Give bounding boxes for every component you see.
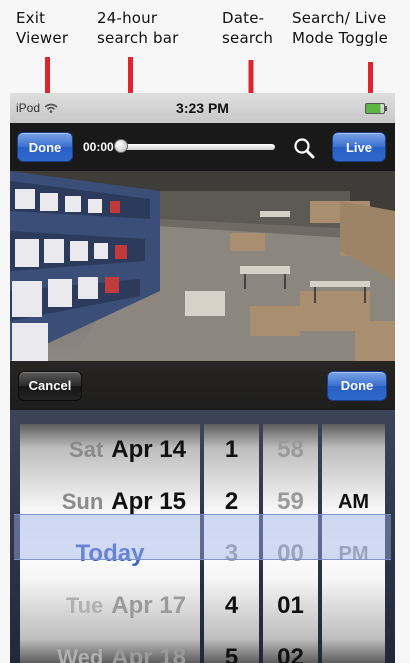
screenshot-canvas: Exit Viewer 24-hour search bar Date- sea… (0, 0, 410, 663)
minute-row[interactable]: 58 (263, 424, 318, 476)
minute-row[interactable]: 59 (263, 476, 318, 528)
24-hour-search-bar[interactable] (113, 139, 275, 153)
ampm-row[interactable]: AM (322, 476, 385, 528)
hour-row[interactable]: 5 (204, 632, 259, 663)
status-time: 3:23 PM (176, 100, 229, 116)
status-bar: iPod 3:23 PM (10, 93, 395, 123)
minute-wheel[interactable]: 58 59 00 01 02 (263, 424, 318, 663)
hour-row[interactable]: 1 (204, 424, 259, 476)
live-mode-toggle-button[interactable]: Live (332, 132, 386, 162)
minute-row-selected[interactable]: 00 (263, 528, 318, 580)
cancel-button[interactable]: Cancel (18, 370, 82, 401)
search-bar-thumb[interactable] (113, 139, 128, 153)
hour-row-selected[interactable]: 3 (204, 528, 259, 580)
hour-row[interactable]: 4 (204, 580, 259, 632)
carrier-label: iPod (16, 101, 41, 115)
camera-video-viewer: Done 00:00 Live Cancel Done (10, 123, 395, 410)
date-row[interactable]: Wed Apr 18 (20, 632, 200, 663)
date-row-date: Apr 15 (111, 488, 186, 515)
timecode-label: 00:00 (83, 140, 114, 154)
annotation-date-search: Date- search (222, 9, 274, 47)
date-row-date: Apr 18 (111, 644, 186, 663)
camera-feed-image (10, 171, 395, 361)
annotation-search-bar: 24-hour search bar (97, 9, 179, 47)
date-row-weekday: Sun (61, 489, 104, 514)
minute-row[interactable]: 02 (263, 632, 318, 663)
date-row[interactable]: Sun Apr 15 (20, 476, 200, 528)
hour-row[interactable]: 2 (204, 476, 259, 528)
ampm-wheel[interactable]: AM PM (322, 424, 385, 663)
date-row-selected[interactable]: Today (20, 528, 200, 580)
annotation-exit-viewer: Exit Viewer (16, 9, 69, 47)
date-row[interactable]: Tue Apr 17 (20, 580, 200, 632)
annotation-live-toggle: Search/ Live Mode Toggle (292, 9, 389, 47)
date-row[interactable]: Sat Apr 14 (20, 424, 200, 476)
viewer-toolbar: Done 00:00 Live (10, 123, 395, 171)
carrier: iPod (16, 101, 58, 115)
date-row-weekday: Wed (57, 645, 104, 663)
date-search-icon[interactable] (293, 137, 315, 159)
date-row-date: Apr 14 (111, 436, 186, 463)
battery-icon (365, 103, 387, 114)
ampm-row-selected[interactable]: PM (322, 528, 385, 580)
hour-wheel[interactable]: 1 2 3 4 5 (204, 424, 259, 663)
date-row-weekday: Sat (69, 437, 104, 462)
date-time-picker: Sat Apr 14 Sun Apr 15 Today Tue Apr 17 Wed A… (10, 410, 395, 663)
wifi-icon (44, 103, 58, 113)
date-row-date: Apr 17 (111, 592, 186, 619)
date-row-weekday: Tue (65, 593, 104, 618)
exit-viewer-done-button[interactable]: Done (17, 132, 73, 162)
picker-done-button[interactable]: Done (327, 370, 387, 401)
date-wheel[interactable]: Sat Apr 14 Sun Apr 15 Today Tue Apr 17 Wed A… (20, 424, 200, 663)
minute-row[interactable]: 01 (263, 580, 318, 632)
picker-toolbar: Cancel Done (10, 361, 395, 410)
